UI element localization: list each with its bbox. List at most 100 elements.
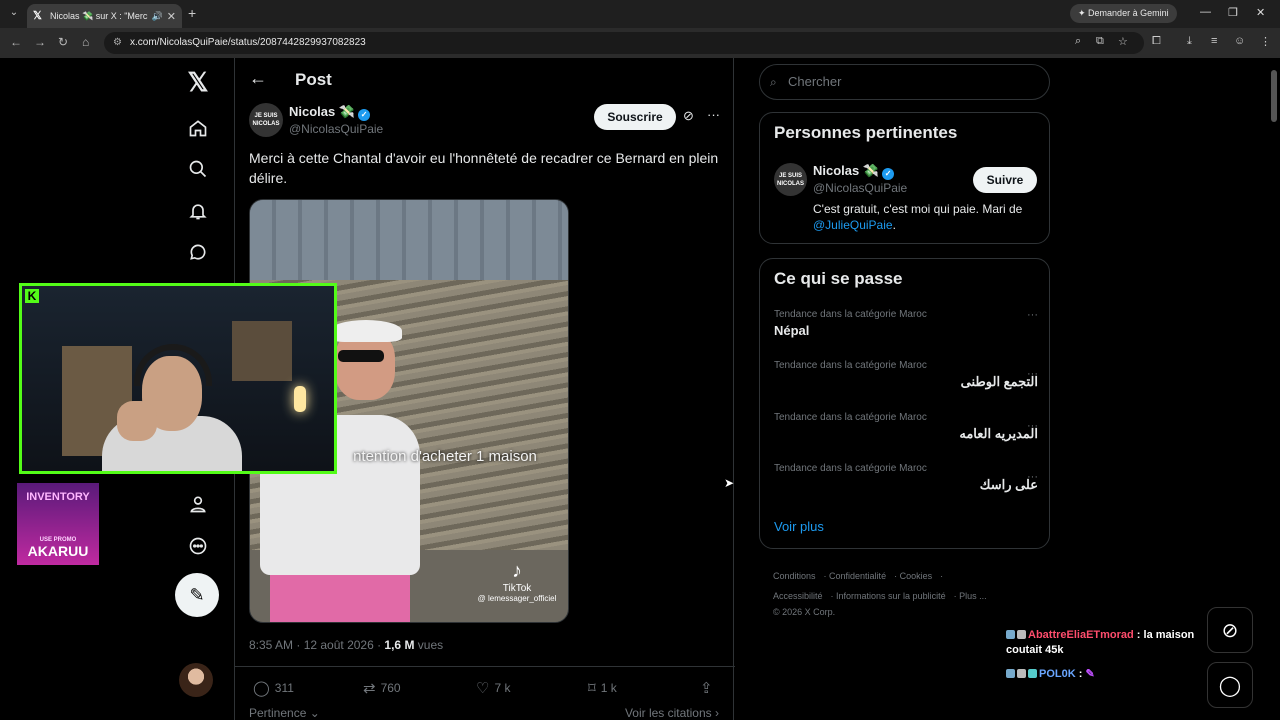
trend-category: Tendance dans la catégorie Maroc: [774, 309, 927, 320]
search-placeholder: Chercher: [788, 74, 842, 89]
post-timestamp[interactable]: 8:35 AM · 12 août 2026 ·: [249, 638, 384, 652]
x-logo-icon[interactable]: 𝕏: [182, 66, 214, 98]
repost-count: 760: [380, 681, 401, 695]
webcam-lamp: [294, 386, 306, 412]
search-input[interactable]: ⌕ Chercher: [759, 64, 1050, 100]
browser-tab[interactable]: 𝕏 Nicolas 💸 sur X : "Merci à 🔊 ✕: [27, 4, 182, 28]
maximize-icon[interactable]: ❐: [1228, 6, 1238, 19]
download-icon[interactable]: ⤓: [1187, 35, 1192, 48]
forward-icon[interactable]: →: [34, 35, 46, 49]
reply-button[interactable]: ◯ 311: [253, 679, 294, 697]
more-nav-icon[interactable]: [182, 530, 214, 562]
url-field[interactable]: ⚙ x.com/NicolasQuiPaie/status/2087442829…: [104, 32, 1144, 54]
messages-nav-icon[interactable]: [182, 236, 214, 268]
verified-badge-icon: ✓: [358, 109, 371, 121]
zoom-icon[interactable]: ⌕: [1075, 35, 1081, 48]
repost-icon: ⇄: [363, 680, 376, 697]
footer-terms-link[interactable]: Conditions: [773, 571, 816, 581]
back-icon[interactable]: ←: [10, 35, 22, 49]
more-options-icon[interactable]: ···: [707, 107, 720, 122]
trend-more-icon[interactable]: ···: [1027, 420, 1038, 432]
trend-item[interactable]: Tendance dans la catégorie Maroc التجمع …: [774, 360, 1038, 390]
site-info-icon[interactable]: ⚙: [113, 32, 122, 54]
close-tab-icon[interactable]: ✕: [167, 10, 176, 23]
bookmark-star-icon[interactable]: ☆: [1118, 35, 1128, 48]
extensions-icon[interactable]: ⧠: [1152, 35, 1161, 48]
home-nav-icon[interactable]: [182, 112, 214, 144]
bookmark-button[interactable]: ⌑ 1 k: [588, 679, 617, 697]
reload-icon[interactable]: ↻: [58, 35, 68, 49]
chat-message: AbattreEliaETmorad : la maison coutait 4…: [1006, 628, 1206, 658]
relevant-handle[interactable]: @NicolasQuiPaie: [813, 181, 907, 195]
relevant-name-text: Nicolas 💸: [813, 163, 880, 178]
webcam-background: [232, 321, 292, 381]
footer-links: Conditions · Confidentialité · Cookies · Ac…: [773, 571, 987, 617]
like-button[interactable]: ♡ 7 k: [476, 679, 510, 697]
tiktok-logo-icon: ♪: [512, 560, 522, 582]
footer-cookies-link[interactable]: Cookies: [900, 571, 933, 581]
headset-icon: [134, 344, 212, 386]
grok-floating-icon[interactable]: ⊘: [1207, 607, 1253, 653]
follow-button[interactable]: Suivre: [973, 167, 1037, 193]
footer-copyright: © 2026 X Corp.: [773, 607, 836, 617]
view-quotes-link[interactable]: Voir les citations ›: [625, 706, 719, 720]
heart-icon: ♡: [476, 680, 490, 697]
chat-badge-icon: [1006, 630, 1015, 639]
author-avatar[interactable]: JE SUIS NICOLAS: [249, 103, 283, 137]
footer-privacy-link[interactable]: Confidentialité: [829, 571, 886, 581]
page-title: Post: [295, 70, 332, 89]
browser-tab-bar: ⌄ 𝕏 Nicolas 💸 sur X : "Merci à 🔊 ✕ + ✦ D…: [0, 0, 1280, 28]
media-icon[interactable]: ≡: [1211, 35, 1217, 47]
sort-dropdown[interactable]: Pertinence ⌄: [249, 706, 320, 720]
profile-icon[interactable]: ☺: [1234, 35, 1245, 47]
back-arrow-icon[interactable]: ←: [249, 68, 267, 89]
explore-nav-icon[interactable]: [182, 153, 214, 185]
footer-more-link[interactable]: Plus ...: [959, 591, 987, 601]
new-tab-icon[interactable]: +: [188, 5, 196, 21]
emote-icon: ✎: [1085, 668, 1095, 680]
share-icon: ⇪: [700, 680, 713, 697]
repost-button[interactable]: ⇄ 760: [363, 679, 401, 697]
promo-title: INVENTORY: [26, 491, 90, 503]
home-icon[interactable]: ⌂: [82, 35, 89, 49]
menu-icon[interactable]: ⋮: [1260, 35, 1271, 48]
address-bar-row: ← → ↻ ⌂ ⚙ x.com/NicolasQuiPaie/status/20…: [0, 28, 1280, 58]
compose-post-button[interactable]: ✎: [175, 573, 219, 617]
trend-item[interactable]: Tendance dans la catégorie Maroc المديري…: [774, 412, 1038, 442]
trend-item[interactable]: Tendance dans la catégorie Maroc على راس…: [774, 463, 1038, 493]
chat-badge-icon: [1028, 669, 1037, 678]
trend-more-icon[interactable]: ···: [1027, 309, 1038, 321]
share-button[interactable]: ⇪: [700, 679, 718, 697]
author-name[interactable]: Nicolas 💸 ✓: [289, 104, 371, 121]
trend-item[interactable]: Tendance dans la catégorie Maroc Népal ·…: [774, 309, 1038, 338]
install-icon[interactable]: ⧉: [1096, 35, 1104, 48]
author-handle[interactable]: @NicolasQuiPaie: [289, 122, 383, 136]
close-window-icon[interactable]: ✕: [1256, 6, 1265, 19]
relevant-avatar[interactable]: JE SUIS NICOLAS: [774, 163, 807, 196]
minimize-icon[interactable]: —: [1200, 6, 1211, 18]
subscribe-button[interactable]: Souscrire: [594, 104, 676, 130]
trend-category: Tendance dans la catégorie Maroc: [774, 360, 927, 371]
trend-more-icon[interactable]: ···: [1027, 471, 1038, 483]
relevant-people-title: Personnes pertinentes: [774, 123, 958, 142]
gemini-button[interactable]: ✦ Demander à Gemini: [1070, 4, 1177, 23]
footer-accessibility-link[interactable]: Accessibilité: [773, 591, 823, 601]
grok-icon[interactable]: ⊘: [683, 108, 694, 124]
tiktok-handle: @ lemessager_officiel: [477, 594, 557, 603]
messages-floating-icon[interactable]: ◯: [1207, 662, 1253, 708]
trend-more-icon[interactable]: ···: [1027, 368, 1038, 380]
notifications-nav-icon[interactable]: [182, 195, 214, 227]
trend-name: التجمع الوطنى: [960, 374, 1038, 389]
compose-icon: ✎: [189, 584, 205, 605]
show-more-link[interactable]: Voir plus: [774, 519, 824, 534]
tiktok-watermark: ♪ TikTok @ lemessager_officiel: [472, 560, 562, 603]
account-avatar[interactable]: [179, 663, 213, 697]
relevant-people-card: Personnes pertinentes JE SUIS NICOLAS Ni…: [759, 112, 1050, 244]
relevant-name[interactable]: Nicolas 💸 ✓: [813, 163, 895, 180]
page-scrollbar[interactable]: [1271, 70, 1277, 122]
tab-search-icon[interactable]: ⌄: [6, 5, 22, 21]
profile-nav-icon[interactable]: [182, 488, 214, 520]
bio-mention-link[interactable]: @JulieQuiPaie: [813, 218, 893, 232]
footer-ads-link[interactable]: Informations sur la publicité: [836, 591, 946, 601]
audio-icon[interactable]: 🔊: [152, 11, 163, 22]
